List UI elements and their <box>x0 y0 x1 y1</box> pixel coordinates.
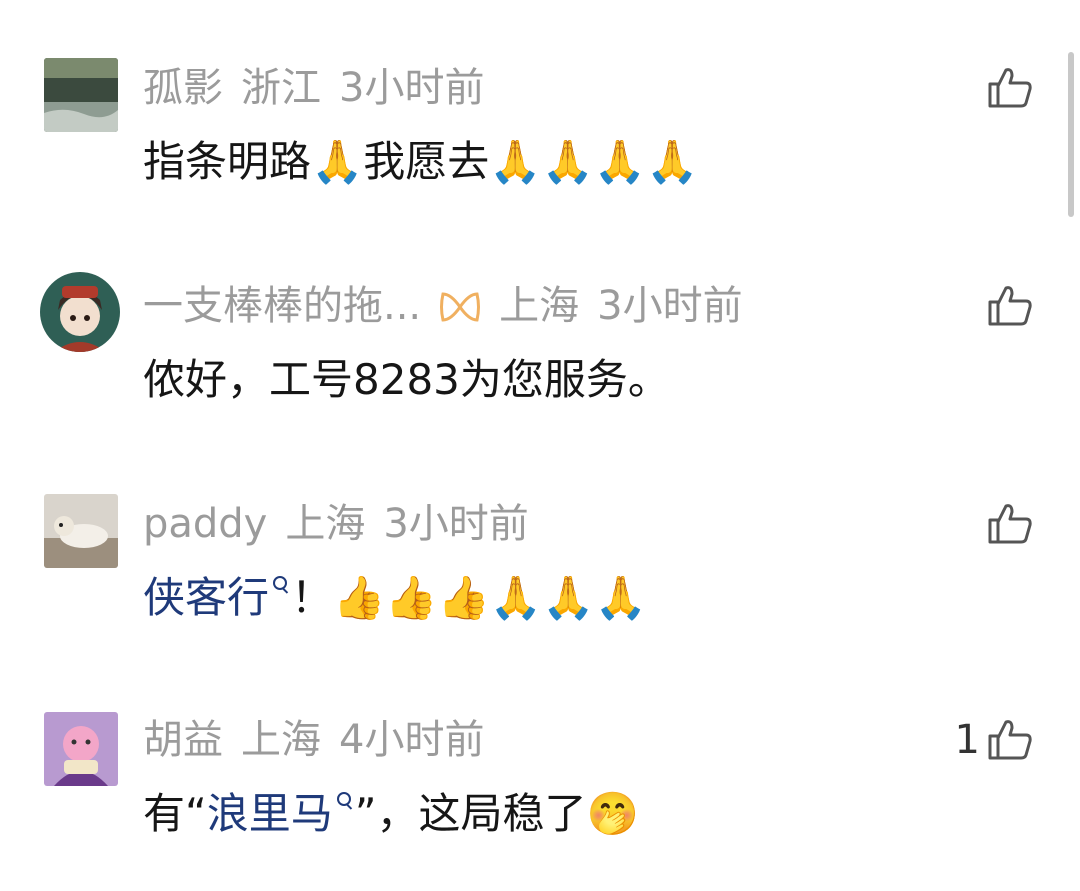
comment-time: 3小时前 <box>383 501 529 547</box>
search-small-icon <box>273 576 288 590</box>
author-name[interactable]: 一支棒棒的拖... <box>143 283 421 329</box>
like-count: 1 <box>954 717 980 763</box>
like-button[interactable] <box>980 282 1034 330</box>
author-location: 浙江 <box>241 65 321 111</box>
comment-meta: paddy 上海 3小时前 <box>143 500 529 548</box>
comment-time: 3小时前 <box>597 283 743 329</box>
like-button[interactable] <box>980 64 1034 112</box>
scrollbar[interactable] <box>1068 52 1074 217</box>
like-button[interactable] <box>980 500 1034 548</box>
author-location: 上海 <box>241 717 321 763</box>
thumbs-up-icon <box>988 286 1032 326</box>
comment-text-rest: ！👍👍👍🙏🙏🙏 <box>291 573 647 622</box>
thumbs-up-icon <box>988 720 1032 760</box>
search-small-icon <box>336 792 351 806</box>
comment-meta: 孤影 浙江 3小时前 <box>143 64 484 112</box>
avatar[interactable] <box>44 712 118 786</box>
author-name[interactable]: paddy <box>143 501 267 547</box>
avatar[interactable] <box>40 272 120 352</box>
comment-text: 指条明路🙏我愿去🙏🙏🙏🙏 <box>143 137 699 186</box>
comment-time: 4小时前 <box>339 717 485 763</box>
author-location: 上海 <box>285 501 366 547</box>
like-button[interactable]: 1 <box>955 716 1034 764</box>
comment-time: 3小时前 <box>339 65 485 111</box>
comment-text: 侠客行 ！👍👍👍🙏🙏🙏 <box>143 570 647 626</box>
comment-meta: 胡益 上海 4小时前 <box>143 716 484 764</box>
comment-meta: 一支棒棒的拖... 上海 3小时前 <box>143 282 743 330</box>
author-name[interactable]: 胡益 <box>143 717 223 763</box>
author-name[interactable]: 孤影 <box>143 65 223 111</box>
comment-text-start: 有“ <box>143 789 207 838</box>
topic-link[interactable]: 侠客行 <box>143 573 269 622</box>
topic-link[interactable]: 浪里马 <box>207 789 333 838</box>
avatar[interactable] <box>44 494 118 568</box>
orange-bow-icon <box>439 287 481 322</box>
thumbs-up-icon <box>988 68 1032 108</box>
comment-text: 侬好，工号8283为您服务。 <box>143 355 670 404</box>
thumbs-up-icon <box>988 504 1032 544</box>
author-location: 上海 <box>499 283 580 329</box>
comment-text-rest: ”，这局稳了🤭 <box>354 789 639 838</box>
comment-text: 有“浪里马 ”，这局稳了🤭 <box>143 786 639 842</box>
avatar[interactable] <box>44 58 118 132</box>
